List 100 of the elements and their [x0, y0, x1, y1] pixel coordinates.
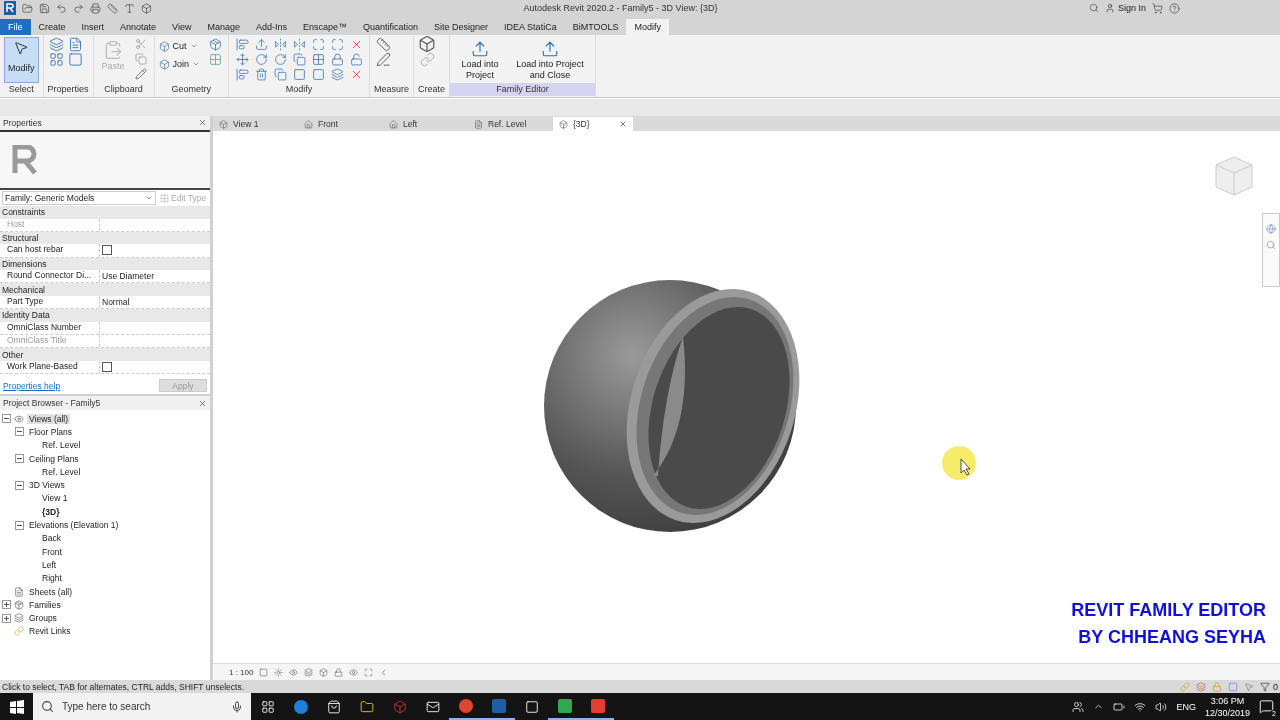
modify-tool-icon[interactable] — [330, 37, 344, 51]
edit-type-icon[interactable] — [160, 193, 169, 203]
match-icon[interactable] — [134, 68, 147, 80]
menu-tab[interactable]: Add-Ins — [247, 19, 295, 35]
panel-label[interactable]: Modify — [229, 83, 370, 96]
view-control-icon[interactable] — [304, 667, 314, 677]
document-tab[interactable]: {3D} — [553, 117, 633, 131]
menu-tab[interactable]: Site Designer — [426, 19, 497, 35]
modify-tool-icon[interactable] — [311, 37, 325, 51]
store-icon[interactable] — [326, 699, 341, 714]
tree-item[interactable]: Ref. Level — [40, 466, 83, 477]
tree-item[interactable]: Ceiling Plans — [27, 453, 81, 464]
wifi-icon[interactable] — [1134, 700, 1147, 713]
collapse-icon[interactable] — [2, 414, 11, 424]
load-icon[interactable] — [541, 40, 560, 58]
modify-tool-icon[interactable] — [349, 52, 363, 66]
app-logo[interactable] — [4, 1, 16, 15]
sign-in-button[interactable]: Sign In — [1104, 0, 1146, 17]
clock[interactable]: 3:06 PM 12/30/2019 — [1204, 694, 1250, 719]
tree-item[interactable]: Revit Links — [27, 626, 73, 637]
caret-icon[interactable] — [189, 42, 198, 50]
tree-item[interactable]: Front — [40, 546, 64, 557]
print-icon[interactable] — [90, 2, 101, 14]
tree-item[interactable]: Ref. Level — [40, 440, 83, 451]
cut-button[interactable]: Cut — [158, 37, 201, 55]
view-control-icon[interactable] — [259, 667, 269, 677]
modify-tool-icon[interactable] — [292, 52, 306, 66]
battery-icon[interactable] — [1113, 700, 1126, 713]
modify-tool-icon[interactable] — [330, 52, 344, 66]
modify-tool-icon[interactable] — [254, 37, 268, 51]
caret-icon[interactable] — [192, 60, 201, 68]
group-header[interactable]: Identity Data — [0, 309, 210, 322]
open-icon[interactable] — [22, 2, 33, 14]
modify-tool-icon[interactable] — [292, 67, 306, 81]
view-control-icon[interactable] — [349, 667, 359, 677]
load-button[interactable]: Load into Project — [454, 37, 507, 83]
tree-item[interactable]: Views (all) — [27, 413, 71, 424]
geometry-tool-icon[interactable] — [158, 58, 170, 70]
tree-item[interactable]: Sheets (all) — [27, 586, 74, 597]
modify-tool-icon[interactable] — [273, 37, 287, 51]
view-scale[interactable]: 1 : 100 — [229, 667, 254, 677]
close-icon[interactable] — [619, 120, 627, 128]
panel-label[interactable]: Geometry — [154, 83, 229, 96]
type-selector[interactable]: Family: Generic Models — [2, 191, 156, 206]
tree-item[interactable]: View 1 — [40, 493, 70, 504]
group-header[interactable]: Mechanical — [0, 283, 210, 296]
view-control-icon[interactable] — [289, 667, 299, 677]
people-icon[interactable] — [1072, 700, 1085, 713]
panel-label[interactable]: Family Editor — [450, 83, 596, 96]
modify-tool-icon[interactable] — [235, 52, 249, 66]
expand-icon[interactable] — [2, 613, 11, 623]
start-icon[interactable] — [9, 699, 24, 714]
modify-tool-icon[interactable] — [311, 67, 325, 81]
menu-tab[interactable]: Insert — [73, 19, 113, 35]
app-icon[interactable] — [557, 698, 572, 713]
taskbar-search-field[interactable]: Type here to search — [33, 693, 251, 720]
modify-tool-icon[interactable] — [235, 67, 249, 81]
measure-icon[interactable] — [375, 36, 391, 52]
wheel-icon[interactable] — [1266, 224, 1276, 234]
tree-item[interactable]: Groups — [27, 613, 59, 624]
tree-item[interactable]: Right — [40, 573, 64, 584]
modify-tool-icon[interactable] — [311, 52, 325, 66]
modify-tool-icon[interactable] — [330, 67, 344, 81]
measure-icon[interactable] — [107, 2, 118, 14]
family-types-icon[interactable] — [49, 51, 64, 67]
properties-help-link[interactable]: Properties help — [3, 380, 61, 391]
panel-label[interactable]: Select — [0, 83, 43, 96]
tree-item[interactable]: Left — [40, 559, 59, 570]
text-icon[interactable] — [124, 2, 135, 14]
collapse-icon[interactable] — [15, 480, 24, 490]
scissors-icon[interactable] — [134, 38, 147, 50]
filter-icon[interactable] — [1260, 681, 1270, 692]
modify-tool-icon[interactable] — [292, 37, 306, 51]
menu-tab[interactable]: IDEA StatiCa — [496, 19, 565, 35]
menu-tab[interactable]: Annotate — [112, 19, 165, 35]
property-value[interactable]: Use Diameter — [102, 271, 154, 282]
user-icon[interactable] — [1104, 3, 1115, 13]
modify-tool-icon[interactable] — [254, 52, 268, 66]
menu-tab[interactable]: File — [0, 19, 31, 35]
tree-item[interactable]: {3D} — [40, 506, 62, 517]
collapse-icon[interactable] — [15, 454, 24, 464]
mic-icon[interactable] — [231, 700, 243, 713]
zoom-icon[interactable] — [1266, 240, 1276, 250]
checkbox[interactable] — [102, 245, 112, 256]
volume-icon[interactable] — [1155, 700, 1168, 713]
panel-label[interactable]: Create — [414, 83, 450, 96]
redo-icon[interactable] — [73, 2, 84, 14]
geometry-tool-icon[interactable] — [158, 40, 170, 52]
collapse-icon[interactable] — [15, 520, 24, 530]
modify-button[interactable]: Modify — [4, 37, 39, 83]
3d-view-icon[interactable] — [141, 2, 152, 14]
menu-tab[interactable]: Create — [30, 19, 74, 35]
close-icon[interactable] — [198, 118, 207, 128]
type-properties-icon[interactable] — [68, 36, 83, 52]
menu-tab[interactable]: Modify — [626, 19, 669, 35]
group-header[interactable]: Other — [0, 348, 210, 361]
property-value[interactable]: Normal — [102, 297, 130, 308]
join-button[interactable]: Join — [158, 55, 201, 73]
close-icon[interactable] — [198, 398, 207, 408]
group-header[interactable]: Structural — [0, 231, 210, 245]
